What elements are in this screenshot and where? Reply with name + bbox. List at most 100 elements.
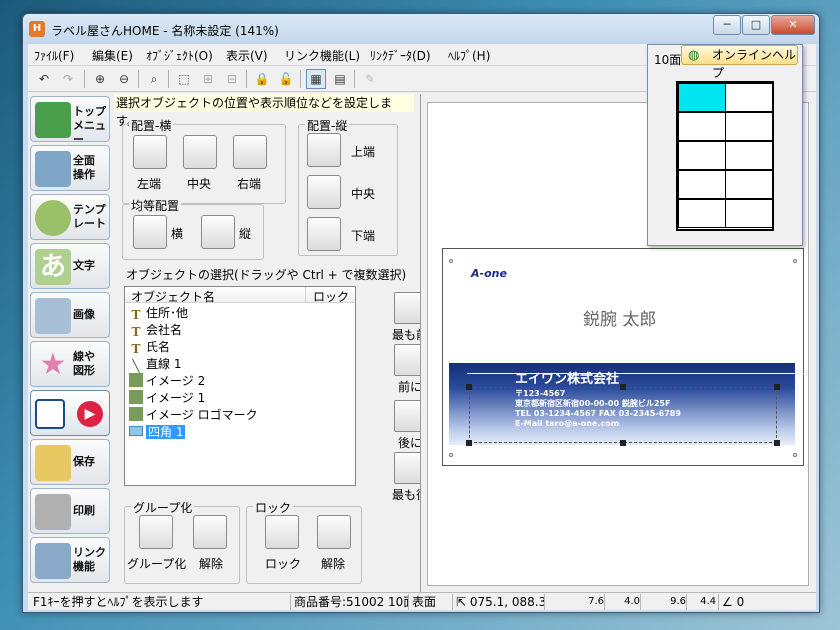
coords-value: 075.1, 088.3	[469, 595, 544, 609]
layout-icon[interactable]: ▦	[306, 69, 326, 89]
menu-edit[interactable]: 編集(E)	[92, 47, 133, 64]
menu-object[interactable]: ｵﾌﾞｼﾞｪｸﾄ(O)	[146, 47, 213, 64]
unlock-button[interactable]	[317, 515, 351, 549]
nav-object-arrange[interactable]: ▶	[30, 390, 110, 436]
nav-top-menu[interactable]: トップ メニュー	[30, 96, 110, 146]
zoom-in-icon[interactable]: ⊕	[90, 69, 110, 89]
button-label: 上端	[351, 145, 376, 159]
line-type-icon: ╲	[132, 359, 140, 373]
close-button[interactable]: ✕	[771, 15, 815, 35]
select-area-icon[interactable]: ⬚	[174, 69, 194, 89]
align-top-button[interactable]	[307, 133, 341, 167]
button-label: ロック	[265, 557, 302, 571]
list-item[interactable]: イメージ 1	[129, 390, 205, 407]
button-label: グループ化	[127, 557, 187, 571]
grid-cell[interactable]	[678, 141, 726, 170]
text-type-icon: T	[131, 342, 141, 356]
align-right-button[interactable]	[233, 135, 267, 169]
menu-view[interactable]: 表示(V)	[226, 47, 268, 64]
minimize-button[interactable]: ─	[713, 15, 741, 35]
grid-cell[interactable]	[678, 170, 726, 199]
resize-handle[interactable]	[774, 384, 780, 390]
list-item-label: イメージ 1	[146, 391, 206, 405]
grid-cell[interactable]	[725, 112, 773, 141]
status-y2: 4.4	[686, 594, 716, 610]
cursor-icon: ⇱	[456, 595, 470, 609]
align-bottom-button[interactable]	[307, 217, 341, 251]
card-name[interactable]: 鋭腕 太郎	[583, 305, 656, 330]
menu-file[interactable]: ﾌｧｲﾙ(F)	[34, 47, 74, 64]
nav-shapes[interactable]: ★ 線や 図形	[30, 341, 110, 387]
ungroup-icon[interactable]: ⊟	[222, 69, 242, 89]
resize-handle[interactable]	[466, 440, 472, 446]
list-item[interactable]: ╲ 直線 1	[129, 356, 181, 373]
nav-text[interactable]: あ 文字	[30, 243, 110, 289]
menu-link-data[interactable]: ﾘﾝｸﾃﾞｰﾀ(D)	[370, 47, 431, 64]
resize-handle[interactable]	[466, 384, 472, 390]
corner-mark	[793, 453, 797, 457]
text-type-icon: T	[131, 308, 141, 322]
toolbar-separator	[138, 70, 139, 88]
list-item-selected[interactable]: 四角 1	[129, 424, 186, 441]
list-item[interactable]: T 氏名	[129, 339, 170, 356]
maximize-button[interactable]: □	[742, 15, 770, 35]
distribute-vertical-button[interactable]	[201, 215, 235, 249]
lock-button[interactable]	[265, 515, 299, 549]
align-center-h-button[interactable]	[183, 135, 217, 169]
menu-link[interactable]: リンク機能(L)	[284, 47, 360, 64]
nav-label: 線や 図形	[73, 350, 95, 377]
nav-save[interactable]: 保存	[30, 439, 110, 485]
group-button[interactable]	[139, 515, 173, 549]
nav-link[interactable]: リンク 機能	[30, 537, 110, 583]
nav-label: トップ メニュー	[73, 105, 106, 146]
menu-help[interactable]: ﾍﾙﾌﾟ(H)	[448, 47, 490, 64]
list-item[interactable]: T 会社名	[129, 322, 182, 339]
logo-mark[interactable]: A-one	[471, 267, 507, 280]
zoom-fit-icon[interactable]: ⌕	[144, 69, 164, 89]
button-label: 解除	[199, 557, 224, 571]
lock-section: ロック ロック 解除	[246, 499, 362, 584]
ungroup-button[interactable]	[193, 515, 227, 549]
status-width: 7.6	[544, 594, 604, 610]
list-item[interactable]: イメージ ロゴマーク	[129, 407, 258, 424]
nav-print[interactable]: 印刷	[30, 488, 110, 534]
resize-handle[interactable]	[774, 440, 780, 446]
disabled-icon[interactable]: ✎	[360, 69, 380, 89]
group-icon[interactable]: ⊞	[198, 69, 218, 89]
sheet-layout-grid[interactable]	[676, 81, 774, 231]
nav-all-operation[interactable]: 全面 操作	[30, 145, 110, 191]
undo-icon[interactable]: ↶	[34, 69, 54, 89]
zoom-out-icon[interactable]: ⊖	[114, 69, 134, 89]
align-left-button[interactable]	[133, 135, 167, 169]
redo-icon[interactable]: ↷	[58, 69, 78, 89]
card-company[interactable]: エイワン株式会社	[515, 368, 619, 387]
nav-template[interactable]: テンプ レート	[30, 194, 110, 240]
grid-cell[interactable]	[725, 83, 773, 112]
resize-handle[interactable]	[620, 440, 626, 446]
resize-handle[interactable]	[620, 384, 626, 390]
distribute-horizontal-button[interactable]	[133, 215, 167, 249]
panel-hint: 選択オブジェクトの位置や表示順位などを設定します。	[114, 94, 414, 128]
align-middle-button[interactable]	[307, 175, 341, 209]
grid-cell[interactable]	[725, 199, 773, 228]
grid-cell[interactable]	[725, 141, 773, 170]
label-card[interactable]: A-one 鋭腕 太郎 エイワン株式会社 〒123-4567 東京都新宿区新宿0…	[442, 248, 807, 466]
nav-image[interactable]: 画像	[30, 292, 110, 338]
list-item[interactable]: イメージ 2	[129, 373, 205, 390]
status-side: 表面	[408, 594, 448, 610]
button-label: 下端	[351, 229, 376, 243]
lock-icon[interactable]: 🔒	[252, 69, 272, 89]
toolbar-separator	[354, 70, 355, 88]
list-item[interactable]: T 住所･他	[129, 305, 188, 322]
online-help-button[interactable]: ◍ オンラインヘルプ	[681, 45, 798, 80]
image-icon	[35, 298, 71, 334]
object-list[interactable]: オブジェクト名 ロック T 住所･他 T 会社名 T 氏名 ╲ 直線 1 イメージ 2 …	[124, 286, 356, 486]
layout-alt-icon[interactable]: ▤	[330, 69, 350, 89]
unlock-icon[interactable]: 🔓	[276, 69, 296, 89]
text-a-icon: あ	[35, 249, 71, 285]
grid-cell[interactable]	[678, 112, 726, 141]
grid-cell-highlight[interactable]	[678, 83, 726, 112]
grid-cell[interactable]	[725, 170, 773, 199]
status-x2: 9.6	[640, 594, 686, 610]
grid-cell[interactable]	[678, 199, 726, 228]
